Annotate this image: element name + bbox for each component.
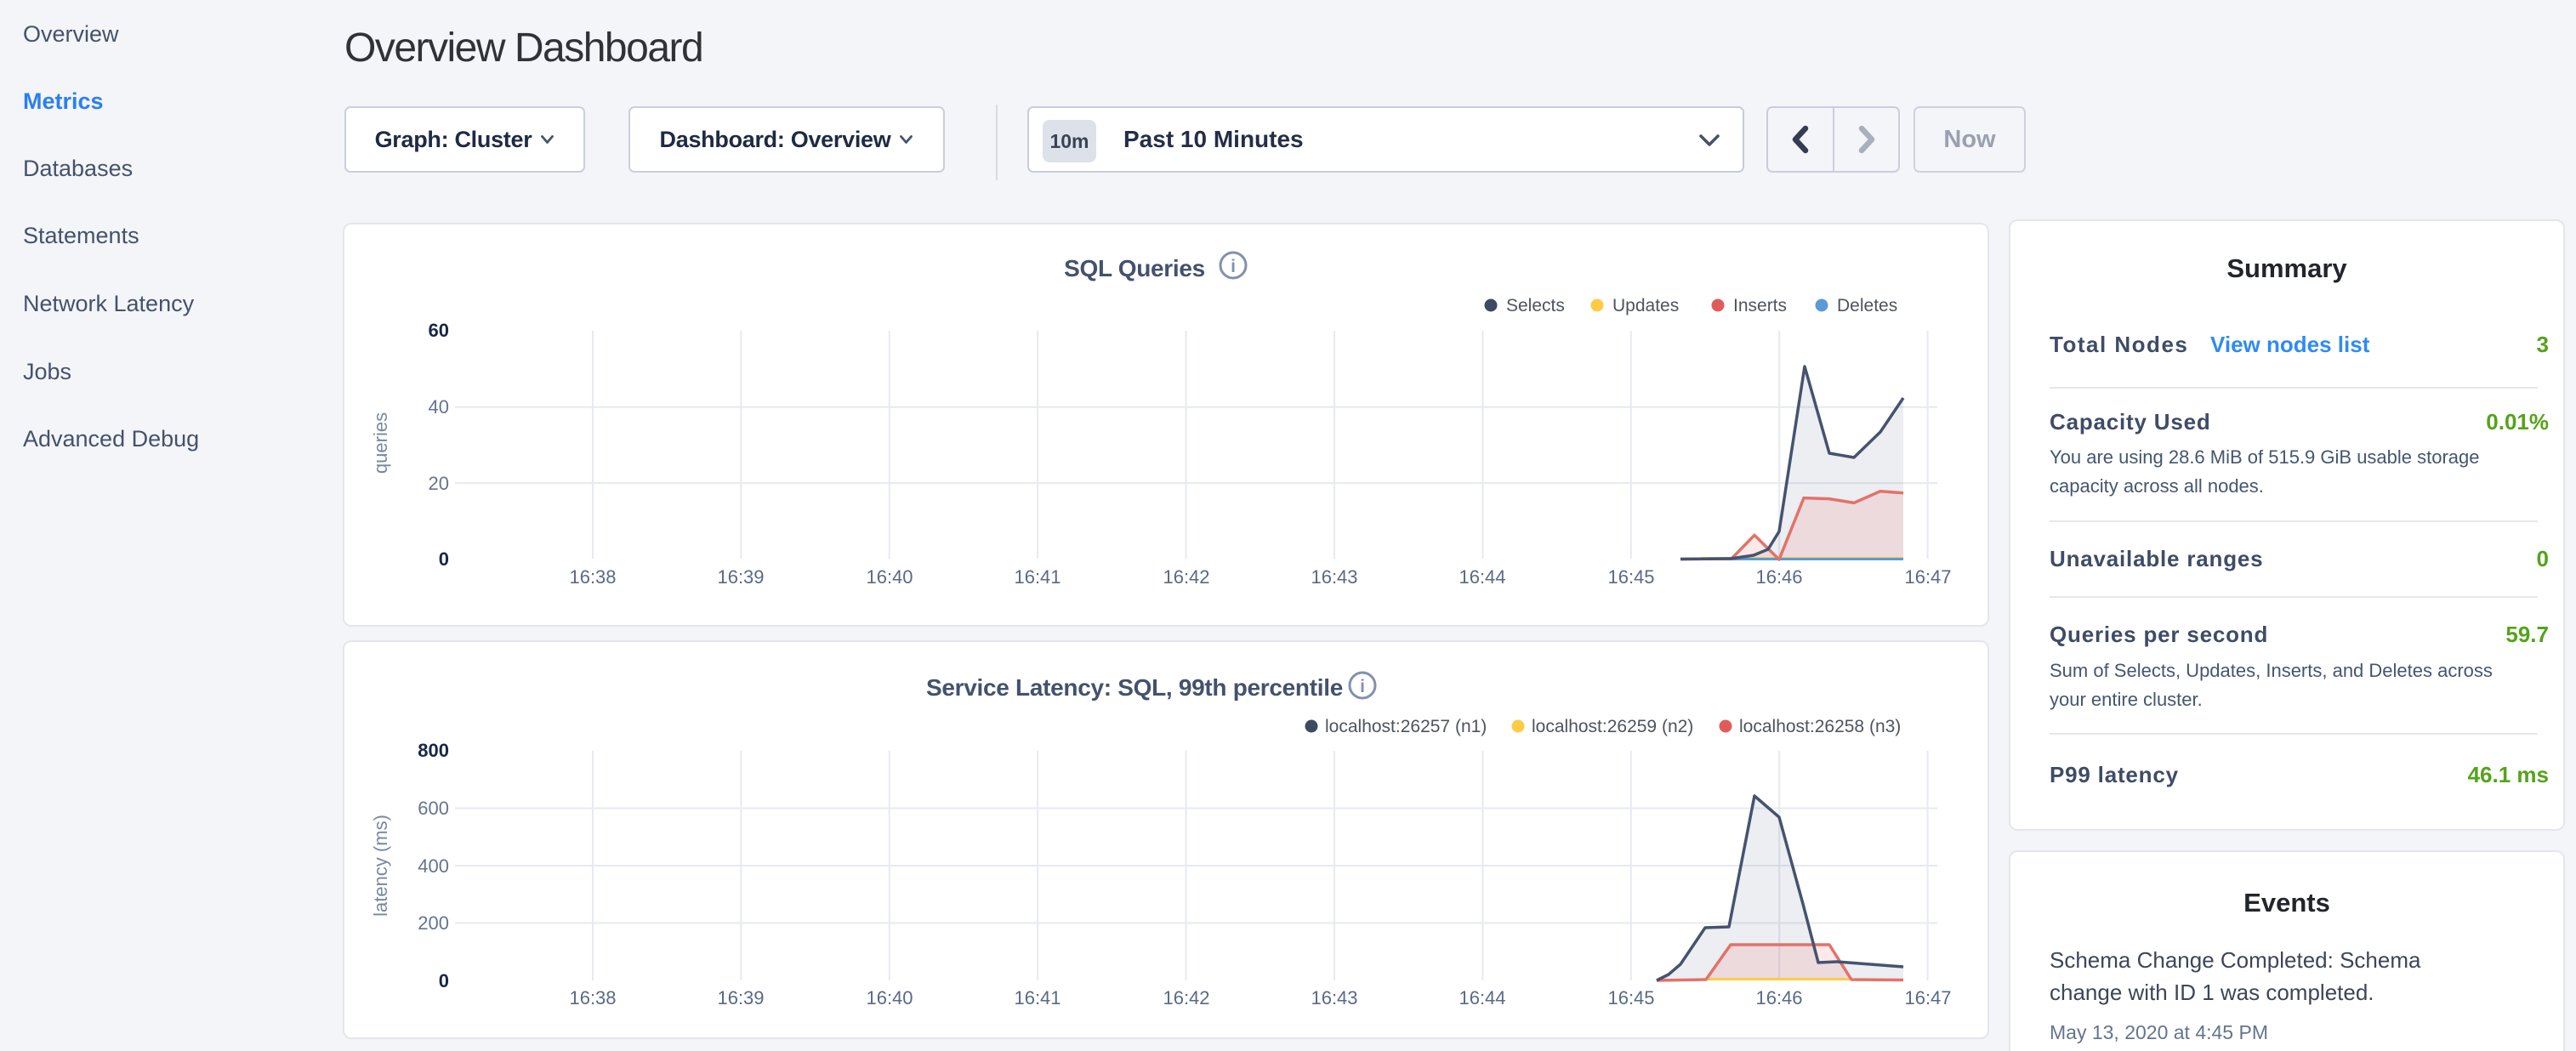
svg-text:Deletes: Deletes bbox=[1837, 296, 1897, 315]
svg-text:16:40: 16:40 bbox=[866, 987, 913, 1008]
svg-text:queries: queries bbox=[370, 412, 391, 474]
svg-text:16:44: 16:44 bbox=[1459, 566, 1505, 588]
svg-text:16:38: 16:38 bbox=[569, 566, 616, 588]
svg-text:i: i bbox=[1231, 257, 1236, 276]
svg-text:20: 20 bbox=[429, 473, 449, 494]
svg-text:16:42: 16:42 bbox=[1163, 987, 1209, 1008]
svg-text:localhost:26259 (n2): localhost:26259 (n2) bbox=[1532, 717, 1693, 736]
svg-text:200: 200 bbox=[418, 912, 449, 934]
svg-text:Inserts: Inserts bbox=[1733, 296, 1787, 315]
svg-text:Service Latency: SQL, 99th per: Service Latency: SQL, 99th percentile bbox=[926, 674, 1343, 701]
svg-text:Updates: Updates bbox=[1612, 296, 1679, 315]
svg-text:16:43: 16:43 bbox=[1311, 987, 1357, 1008]
svg-text:600: 600 bbox=[418, 798, 449, 819]
svg-text:16:43: 16:43 bbox=[1311, 566, 1357, 588]
svg-text:16:45: 16:45 bbox=[1607, 566, 1654, 588]
svg-text:16:41: 16:41 bbox=[1014, 566, 1061, 588]
svg-text:SQL Queries: SQL Queries bbox=[1064, 255, 1205, 281]
svg-text:16:45: 16:45 bbox=[1607, 987, 1654, 1008]
svg-text:i: i bbox=[1360, 677, 1365, 696]
svg-text:16:42: 16:42 bbox=[1163, 566, 1209, 588]
svg-text:16:39: 16:39 bbox=[717, 566, 764, 588]
svg-text:16:40: 16:40 bbox=[866, 566, 913, 588]
svg-text:16:46: 16:46 bbox=[1755, 987, 1802, 1008]
svg-text:16:44: 16:44 bbox=[1459, 987, 1505, 1008]
svg-text:0: 0 bbox=[439, 970, 449, 991]
svg-text:16:38: 16:38 bbox=[569, 987, 616, 1008]
svg-text:0: 0 bbox=[439, 548, 449, 570]
svg-text:40: 40 bbox=[429, 396, 449, 418]
svg-text:400: 400 bbox=[418, 855, 449, 877]
svg-text:16:46: 16:46 bbox=[1755, 566, 1802, 588]
svg-text:60: 60 bbox=[429, 320, 449, 341]
svg-text:800: 800 bbox=[418, 740, 449, 761]
svg-text:16:47: 16:47 bbox=[1904, 566, 1951, 588]
svg-text:16:41: 16:41 bbox=[1014, 987, 1061, 1008]
svg-text:localhost:26258 (n3): localhost:26258 (n3) bbox=[1739, 717, 1901, 736]
svg-text:16:47: 16:47 bbox=[1904, 987, 1951, 1008]
svg-text:localhost:26257 (n1): localhost:26257 (n1) bbox=[1325, 717, 1487, 736]
svg-text:latency (ms): latency (ms) bbox=[370, 815, 391, 917]
svg-text:Selects: Selects bbox=[1506, 296, 1565, 315]
svg-text:16:39: 16:39 bbox=[717, 987, 764, 1008]
